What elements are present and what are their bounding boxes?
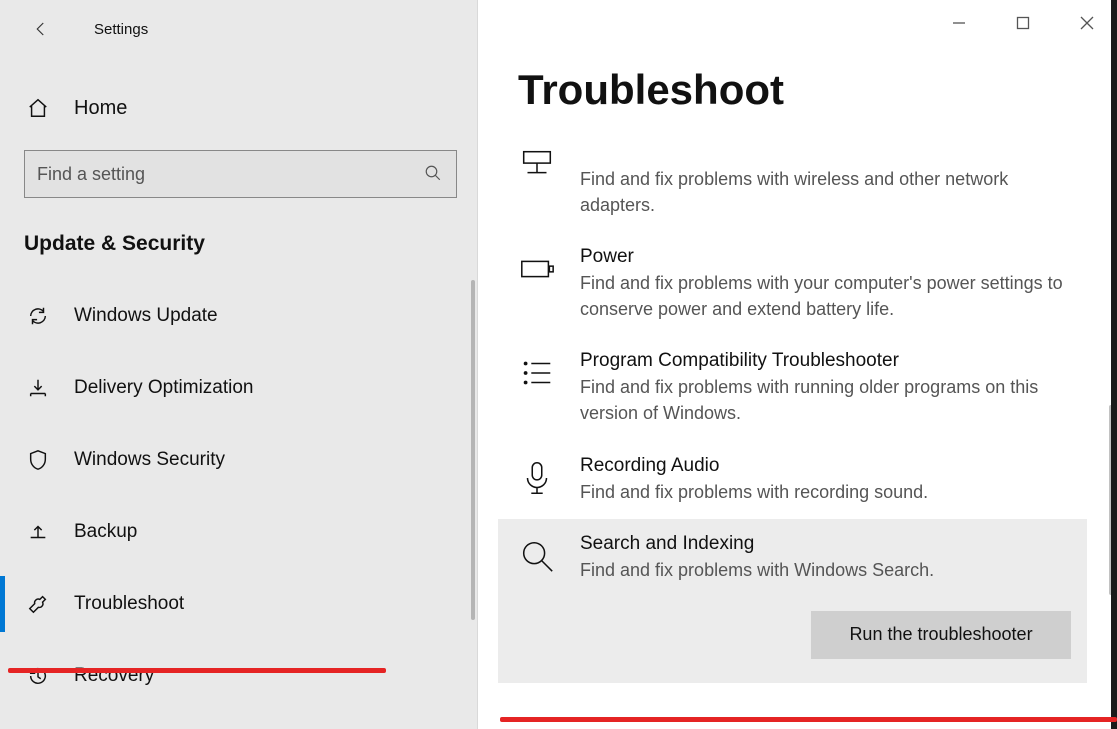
sidebar-item-label: Windows Update <box>74 305 218 327</box>
shield-icon <box>24 449 52 471</box>
back-button[interactable] <box>24 12 58 46</box>
sidebar-item-label: Troubleshoot <box>74 593 184 615</box>
troubleshooter-recording-audio[interactable]: Recording Audio Find and fix problems wi… <box>498 441 1087 519</box>
search-icon <box>424 164 444 184</box>
sidebar-item-recovery[interactable]: Recovery <box>0 640 477 712</box>
backup-icon <box>24 521 52 543</box>
annotation-underline-main <box>500 717 1117 722</box>
home-label: Home <box>74 97 127 120</box>
maximize-button[interactable] <box>1003 8 1043 38</box>
microphone-icon <box>516 455 558 505</box>
troubleshooter-title: Power <box>580 246 1071 268</box>
annotation-underline-sidebar <box>8 668 386 673</box>
page-title: Troubleshoot <box>518 66 784 114</box>
close-button[interactable] <box>1067 8 1107 38</box>
troubleshooter-desc: Find and fix problems with recording sou… <box>580 479 928 505</box>
sidebar-item-troubleshoot[interactable]: Troubleshoot <box>0 568 477 640</box>
search-input[interactable] <box>37 164 424 185</box>
sidebar-nav: Windows Update Delivery Optimization Win… <box>0 280 477 712</box>
window-right-edge <box>1111 0 1117 729</box>
app-title: Settings <box>94 21 148 38</box>
troubleshooter-desc: Find and fix problems with running older… <box>580 374 1071 426</box>
troubleshooter-power[interactable]: Power Find and fix problems with your co… <box>498 232 1087 336</box>
wrench-icon <box>24 593 52 615</box>
section-heading: Update & Security <box>24 232 477 256</box>
magnifier-icon <box>516 533 558 659</box>
troubleshooter-title: Search and Indexing <box>580 533 1071 555</box>
sidebar-item-windows-security[interactable]: Windows Security <box>0 424 477 496</box>
list-checklist-icon <box>516 350 558 426</box>
sidebar-item-label: Delivery Optimization <box>74 377 254 399</box>
troubleshooter-desc: Find and fix problems with Windows Searc… <box>580 557 1071 583</box>
download-optimization-icon <box>24 377 52 399</box>
sidebar-item-backup[interactable]: Backup <box>0 496 477 568</box>
sidebar-item-windows-update[interactable]: Windows Update <box>0 280 477 352</box>
battery-icon <box>516 246 558 322</box>
titlebar: Settings <box>0 0 477 58</box>
troubleshooter-network-adapter[interactable]: Network Adapter Find and fix problems wi… <box>498 142 1087 232</box>
sidebar-item-label: Backup <box>74 521 137 543</box>
main-content: Troubleshoot Network Adapter Find and fi… <box>478 0 1117 729</box>
sidebar-item-label: Windows Security <box>74 449 225 471</box>
troubleshooter-title: Program Compatibility Troubleshooter <box>580 350 1071 372</box>
run-troubleshooter-button[interactable]: Run the troubleshooter <box>811 611 1071 659</box>
troubleshooter-title: Recording Audio <box>580 455 928 477</box>
minimize-button[interactable] <box>939 8 979 38</box>
troubleshooter-desc: Find and fix problems with wireless and … <box>580 166 1071 218</box>
troubleshooter-list: Network Adapter Find and fix problems wi… <box>498 142 1087 729</box>
troubleshooter-program-compatibility[interactable]: Program Compatibility Troubleshooter Fin… <box>498 336 1087 440</box>
window-controls <box>939 8 1107 38</box>
troubleshooter-search-and-indexing[interactable]: Search and Indexing Find and fix problem… <box>498 519 1087 683</box>
sidebar-item-delivery-optimization[interactable]: Delivery Optimization <box>0 352 477 424</box>
troubleshooter-desc: Find and fix problems with your computer… <box>580 270 1071 322</box>
settings-sidebar: Settings Home Update & Security Windows … <box>0 0 478 729</box>
home-icon <box>24 97 52 119</box>
sidebar-home[interactable]: Home <box>0 78 477 138</box>
network-adapter-icon <box>516 142 558 218</box>
sync-icon <box>24 305 52 327</box>
search-box[interactable] <box>24 150 457 198</box>
